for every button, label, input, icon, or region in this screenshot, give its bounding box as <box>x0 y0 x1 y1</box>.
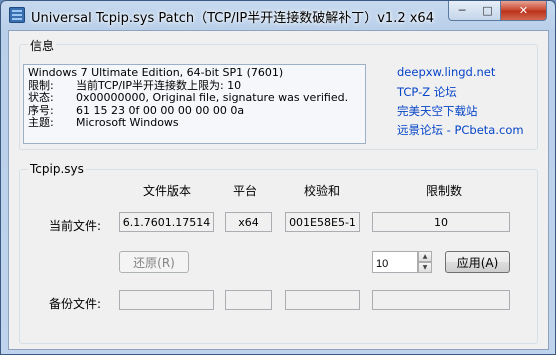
app-icon <box>9 7 25 23</box>
info-key: 状态: <box>28 91 54 104</box>
header-limit: 限制数 <box>426 184 463 198</box>
info-value: Microsoft Windows <box>76 116 179 129</box>
close-icon: ✕ <box>518 4 529 17</box>
dialog-client: 信息 Windows 7 Ultimate Edition, 64-bit SP… <box>8 30 549 350</box>
spin-up-icon[interactable]: ▲ <box>418 251 432 262</box>
header-platform: 平台 <box>233 184 258 198</box>
header-version: 文件版本 <box>143 184 192 198</box>
info-group-title: 信息 <box>28 37 57 54</box>
link-download-site[interactable]: 完美天空下载站 <box>397 103 478 119</box>
info-row-subject: 主题: Microsoft Windows <box>28 116 179 130</box>
close-button[interactable]: ✕ <box>501 1 547 21</box>
restore-button[interactable]: 还原(R) <box>119 251 189 273</box>
limit-spin-input[interactable] <box>372 251 418 273</box>
app-window: Universal Tcpip.sys Patch（TCP/IP半开连接数破解补… <box>0 0 556 355</box>
current-version-field: 6.1.7601.17514 <box>119 212 214 232</box>
current-platform-field: x64 <box>225 212 272 232</box>
current-checksum-field: 001E58E5-1 <box>285 212 360 232</box>
info-row-status: 状态: 0x00000000, Original file, signature … <box>28 91 349 105</box>
backup-file-label: 备份文件: <box>49 297 102 311</box>
link-tcpz-forum[interactable]: TCP-Z 论坛 <box>397 84 457 100</box>
info-key: 主题: <box>28 116 54 129</box>
current-file-label: 当前文件: <box>49 219 102 233</box>
backup-version-field <box>119 290 214 310</box>
spin-down-icon[interactable]: ▼ <box>418 262 432 273</box>
tcpip-group-title: Tcpip.sys <box>28 162 86 176</box>
current-limit-field: 10 <box>372 212 510 232</box>
info-value: 0x00000000, Original file, signature was… <box>76 91 349 104</box>
header-checksum: 校验和 <box>304 184 341 198</box>
limit-spinner[interactable]: ▲ ▼ <box>418 251 432 273</box>
backup-platform-field <box>225 290 272 310</box>
maximize-icon: □ <box>482 4 493 17</box>
link-pcbeta[interactable]: 远景论坛 - PCbeta.com <box>397 122 524 138</box>
minimize-icon: ─ <box>458 4 466 17</box>
window-title: Universal Tcpip.sys Patch（TCP/IP半开连接数破解补… <box>31 11 434 26</box>
maximize-button[interactable]: □ <box>475 1 501 21</box>
info-box: Windows 7 Ultimate Edition, 64-bit SP1 (… <box>23 64 366 144</box>
title-bar[interactable]: Universal Tcpip.sys Patch（TCP/IP半开连接数破解补… <box>1 1 555 29</box>
os-info: Windows 7 Ultimate Edition, 64-bit SP1 (… <box>28 66 284 79</box>
backup-checksum-field <box>285 290 360 310</box>
apply-button[interactable]: 应用(A) <box>445 251 510 273</box>
minimize-button[interactable]: ─ <box>448 1 476 21</box>
backup-limit-field <box>372 290 510 310</box>
link-deepxw[interactable]: deepxw.lingd.net <box>397 65 495 79</box>
